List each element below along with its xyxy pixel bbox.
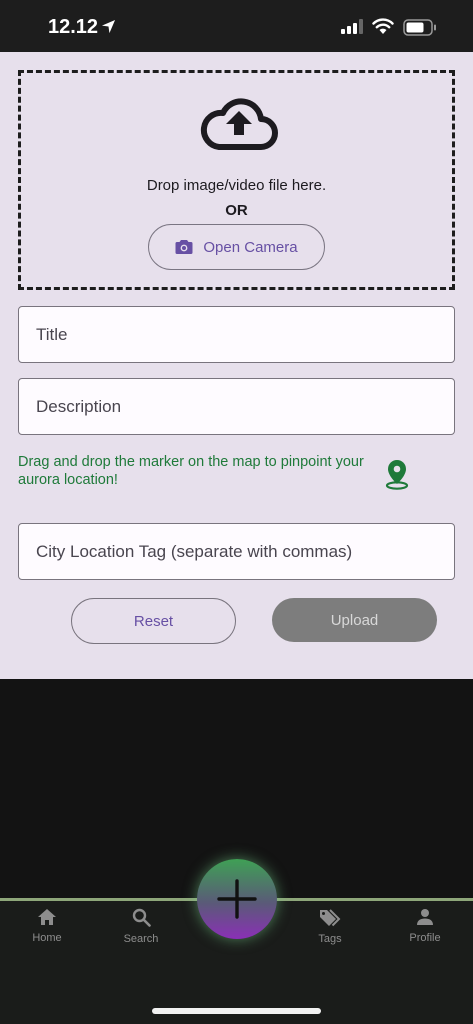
city-location-tag-input[interactable]: City Location Tag (separate with commas) <box>18 523 455 580</box>
cellular-signal-icon <box>341 19 363 34</box>
home-icon <box>38 909 56 925</box>
nav-label-search: Search <box>123 933 159 945</box>
drop-instructions: Drop image/video file here. <box>146 177 327 194</box>
nav-item-search[interactable]: Search <box>106 908 176 945</box>
title-input[interactable]: Title <box>18 306 455 363</box>
camera-icon <box>175 240 193 254</box>
map-hint-text: Drag and drop the marker on the map to p… <box>18 454 364 488</box>
open-camera-button[interactable]: Open Camera <box>148 224 325 270</box>
plus-icon <box>217 879 257 919</box>
file-dropzone[interactable]: Drop image/video file here. OR Open Came… <box>18 70 455 290</box>
reset-button[interactable]: Reset <box>71 598 236 644</box>
status-bar: 12.12 <box>0 0 473 52</box>
nav-item-home[interactable]: Home <box>12 908 82 944</box>
upload-button[interactable]: Upload <box>272 598 437 642</box>
nav-label-home: Home <box>32 932 62 944</box>
tags-icon <box>320 909 341 927</box>
or-separator: OR <box>225 202 248 219</box>
city-location-placeholder: City Location Tag (separate with commas) <box>36 541 353 561</box>
status-time: 12.12 <box>48 16 99 38</box>
search-icon <box>132 908 151 927</box>
map-pin-icon[interactable] <box>384 458 410 490</box>
location-arrow-icon <box>101 19 116 34</box>
wifi-icon <box>372 18 394 34</box>
upload-form: Drop image/video file here. OR Open Came… <box>0 52 473 679</box>
home-indicator[interactable] <box>152 1008 321 1014</box>
cloud-upload-icon <box>200 98 278 150</box>
description-input[interactable]: Description <box>18 378 455 435</box>
nav-item-tags[interactable]: Tags <box>295 908 365 945</box>
profile-icon <box>417 909 433 925</box>
title-placeholder: Title <box>36 324 68 344</box>
battery-icon <box>403 19 436 36</box>
add-post-button[interactable] <box>197 859 277 939</box>
description-placeholder: Description <box>36 396 122 416</box>
nav-item-profile[interactable]: Profile <box>390 908 460 944</box>
nav-label-profile: Profile <box>409 932 441 944</box>
open-camera-label: Open Camera <box>203 238 298 256</box>
nav-label-tags: Tags <box>318 933 342 945</box>
